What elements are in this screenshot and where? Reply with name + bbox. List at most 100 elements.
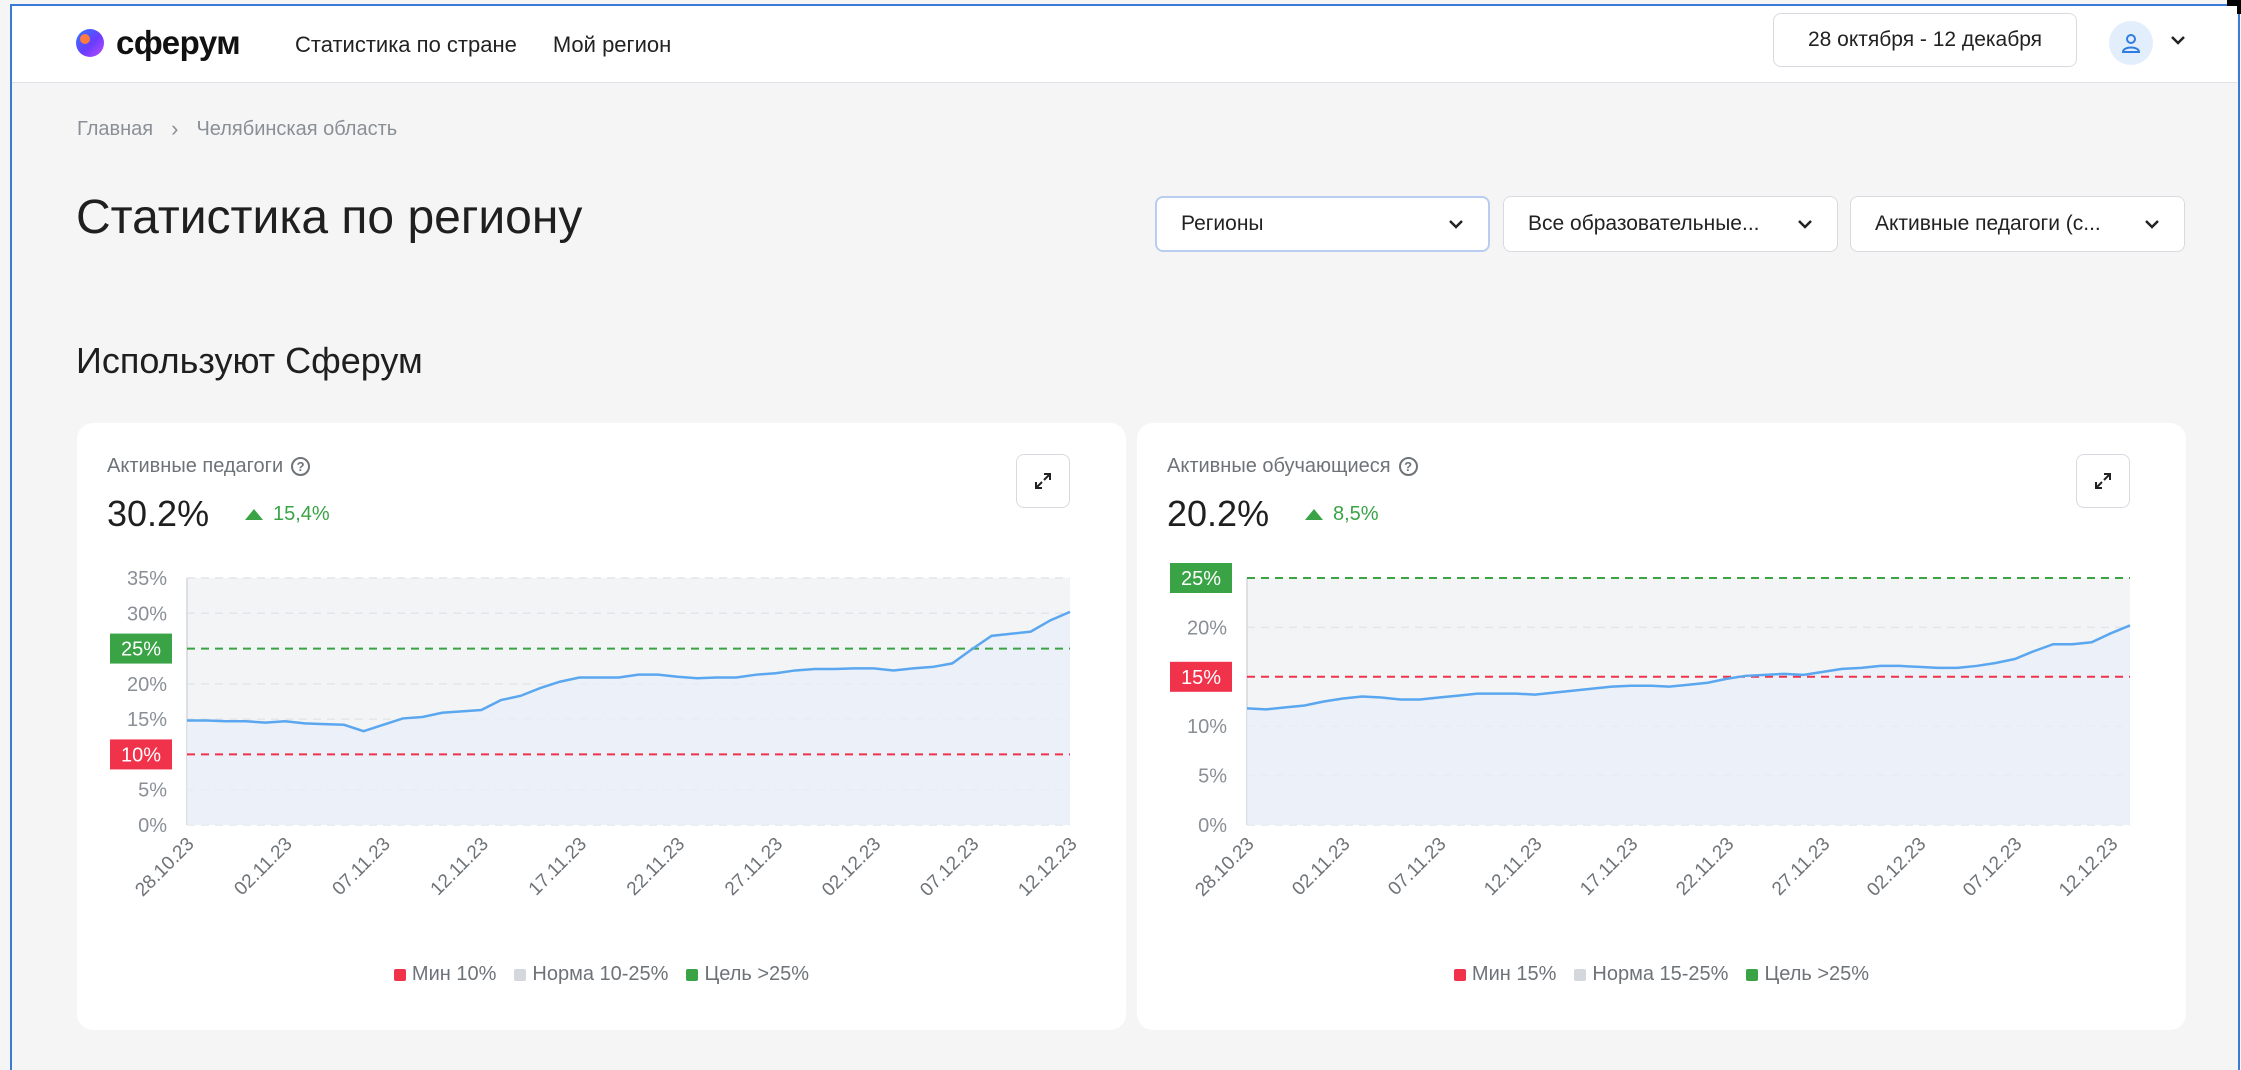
card-title-text: Активные обучающиеся	[1167, 455, 1391, 477]
x-tick-label: 07.11.23	[329, 834, 395, 900]
x-tick-label: 02.12.23	[818, 834, 885, 901]
expand-button[interactable]	[1016, 454, 1070, 508]
x-tick-label: 02.12.23	[1863, 834, 1930, 901]
user-icon	[2121, 34, 2141, 53]
breadcrumb-current: Челябинская область	[196, 117, 398, 140]
x-tick-label: 07.12.23	[1959, 834, 2026, 901]
chevron-down-icon	[1449, 220, 1463, 229]
legend-item-min: Мин 15%	[1453, 963, 1557, 986]
x-tick-label: 27.11.23	[1768, 834, 1834, 900]
goal-threshold-label: 25%	[1181, 568, 1221, 590]
help-icon[interactable]: ?	[1398, 457, 1418, 476]
y-tick-label: 30%	[127, 603, 167, 625]
chart-legend: Мин 15% Норма 15-25% Цель >25%	[1137, 963, 2186, 986]
x-tick-label: 07.12.23	[916, 834, 983, 901]
filter-label: Регионы	[1181, 212, 1264, 235]
metric-value: 20.2%	[1167, 493, 1270, 534]
y-tick-label: 15%	[127, 709, 167, 731]
x-tick-label: 28.10.23	[1191, 834, 1258, 901]
legend-label: Норма 15-25%	[1592, 963, 1729, 985]
min-threshold-label: 15%	[1181, 667, 1221, 689]
expand-icon	[2095, 473, 2111, 489]
legend-item-goal: Цель >25%	[1746, 963, 1869, 986]
delta-value: 8,5%	[1333, 503, 1379, 525]
filter-label: Активные педагоги (с...	[1875, 212, 2101, 235]
arrow-up-icon	[245, 509, 263, 520]
y-tick-label: 20%	[127, 674, 167, 696]
legend-swatch	[514, 968, 527, 981]
metric-delta: 8,5%	[1305, 503, 1379, 526]
date-range-picker[interactable]: 28 октября - 12 декабря	[1773, 13, 2077, 67]
breadcrumb: Главная › Челябинская область	[77, 116, 397, 142]
x-tick-label: 12.11.23	[1480, 834, 1546, 900]
x-tick-label: 17.11.23	[1576, 834, 1642, 900]
legend-label: Мин 10%	[411, 963, 497, 985]
chevron-down-icon[interactable]	[2170, 34, 2186, 46]
page-title: Статистика по региону	[76, 191, 583, 244]
line-chart: 0%5%10%15%20%25%15%25%28.10.2302.11.2307…	[1170, 563, 2131, 901]
nav-item-country-stats[interactable]: Статистика по стране	[295, 32, 517, 58]
x-tick-label: 12.12.23	[2055, 834, 2122, 901]
x-tick-label: 22.11.23	[623, 834, 689, 900]
x-tick-label: 22.11.23	[1672, 834, 1738, 900]
filter-label: Все образовательные...	[1528, 212, 1760, 235]
chart-card-teachers: Активные педагоги ? 30.2% 15,4% 0% 5% 10% 1…	[77, 423, 1126, 1030]
legend-item-goal: Цель >25%	[686, 963, 809, 986]
y-tick-label: 5%	[1198, 766, 1227, 788]
y-tick-label: 0%	[1198, 815, 1227, 837]
legend-item-min: Мин 10%	[393, 963, 497, 986]
legend-swatch	[393, 968, 406, 981]
x-tick-label: 02.11.23	[230, 834, 296, 900]
breadcrumb-home[interactable]: Главная	[77, 118, 153, 141]
regions-filter[interactable]: Регионы	[1155, 196, 1490, 252]
logo[interactable]: сферум	[76, 24, 241, 62]
line-chart: 0%5%10%15%20%25%30%35%10%25%28.10.2302.1…	[110, 568, 1082, 901]
metric-filter[interactable]: Активные педагоги (с...	[1850, 196, 2185, 252]
y-tick-label: 10%	[1187, 716, 1227, 738]
legend-swatch	[686, 968, 699, 981]
metric-delta: 15,4%	[245, 503, 330, 526]
card-title: Активные педагоги ?	[107, 455, 311, 478]
legend-label: Мин 15%	[1471, 963, 1557, 985]
min-threshold-label: 10%	[121, 744, 161, 766]
arrow-up-icon	[1305, 509, 1323, 520]
expand-button[interactable]	[2076, 454, 2130, 508]
help-icon[interactable]: ?	[291, 457, 311, 476]
section-title: Используют Сферум	[76, 340, 423, 381]
x-tick-label: 07.11.23	[1384, 834, 1450, 900]
card-title-text: Активные педагоги	[107, 455, 284, 477]
x-tick-label: 12.12.23	[1014, 834, 1081, 901]
logo-text: сферум	[116, 24, 241, 61]
card-title: Активные обучающиеся ?	[1167, 455, 1418, 478]
legend-item-norm: Норма 15-25%	[1574, 963, 1728, 986]
legend-item-norm: Норма 10-25%	[514, 963, 668, 986]
x-tick-label: 12.11.23	[427, 834, 493, 900]
chevron-down-icon	[2145, 220, 2159, 229]
x-tick-label: 27.11.23	[721, 834, 787, 900]
delta-value: 15,4%	[273, 503, 330, 525]
x-tick-label: 02.11.23	[1288, 834, 1354, 900]
legend-swatch	[1746, 968, 1759, 981]
x-tick-label: 28.10.23	[131, 834, 198, 901]
main-nav: Статистика по стране Мой регион	[295, 32, 671, 58]
nav-item-my-region[interactable]: Мой регион	[553, 32, 671, 58]
y-tick-label: 5%	[138, 780, 167, 802]
institutions-filter[interactable]: Все образовательные...	[1503, 196, 1838, 252]
legend-label: Норма 10-25%	[532, 963, 669, 985]
user-avatar[interactable]	[2109, 21, 2153, 65]
chart-legend: Мин 10% Норма 10-25% Цель >25%	[77, 963, 1126, 986]
expand-icon	[1035, 473, 1051, 489]
legend-swatch	[1574, 968, 1587, 981]
y-tick-label: 20%	[1187, 617, 1227, 639]
logo-icon	[76, 29, 104, 57]
y-tick-label: 35%	[127, 568, 167, 590]
chart-card-students: Активные обучающиеся ? 20.2% 8,5% 0% 5% 10…	[1137, 423, 2186, 1030]
top-header: сферум Статистика по стране Мой регион 2…	[12, 6, 2237, 83]
x-tick-label: 17.11.23	[525, 834, 591, 900]
legend-label: Цель >25%	[704, 963, 810, 985]
chevron-right-icon: ›	[171, 116, 179, 141]
metric-value: 30.2%	[107, 493, 210, 534]
y-tick-label: 0%	[138, 815, 167, 837]
legend-label: Цель >25%	[1764, 963, 1870, 985]
chevron-down-icon	[1798, 220, 1812, 229]
